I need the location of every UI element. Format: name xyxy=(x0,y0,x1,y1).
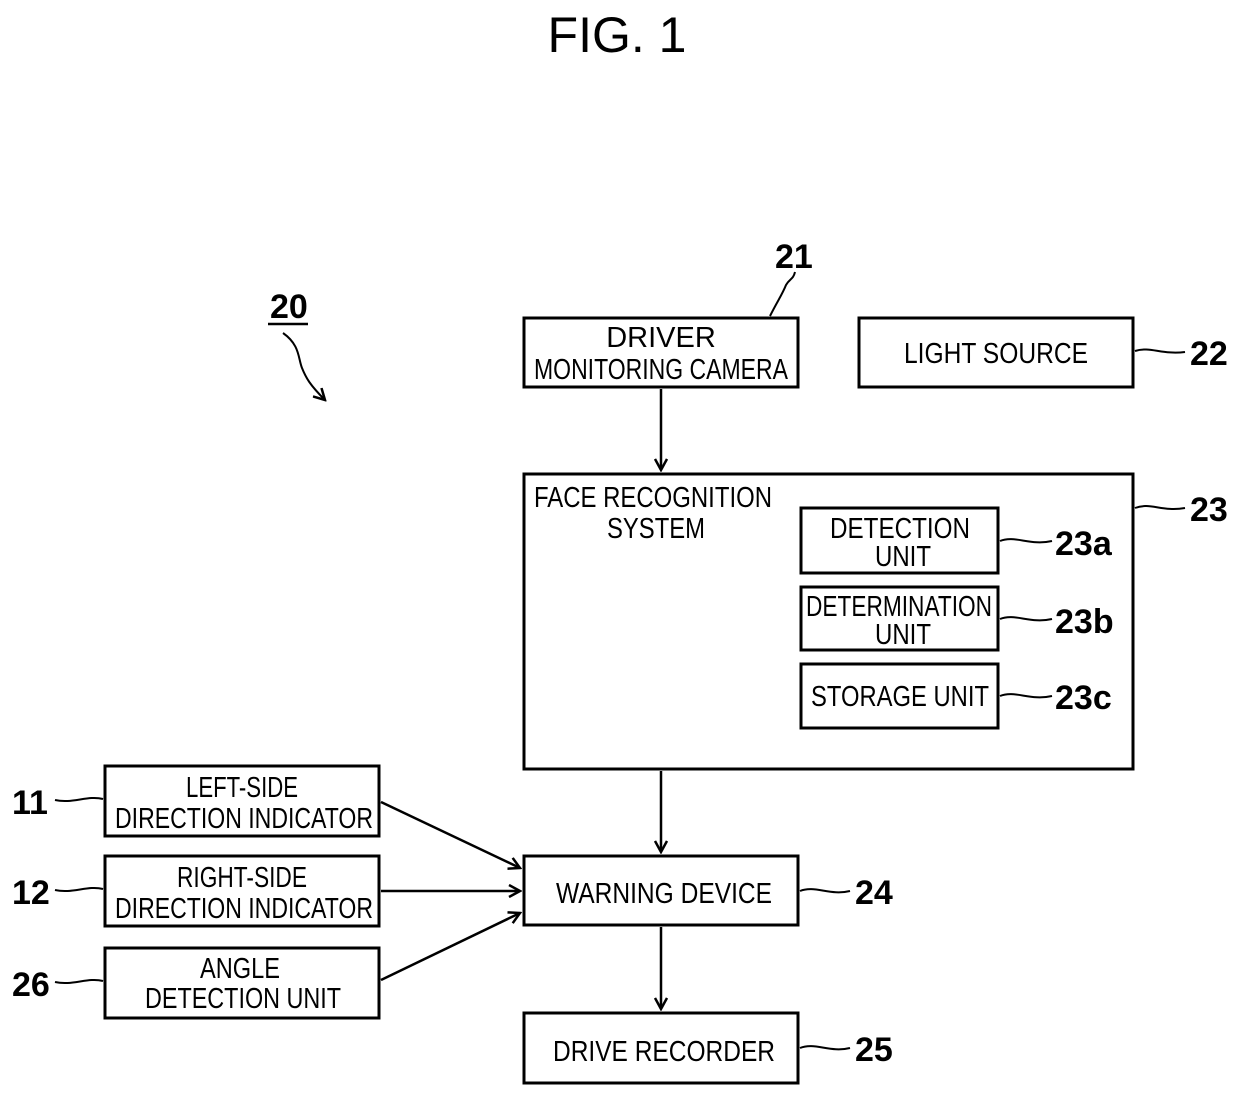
angle-label-line2: DETECTION UNIT xyxy=(145,983,341,1015)
block-diagram: FIG. 1 20 DRIVER MONITORING CAMERA 21 LI… xyxy=(12,7,1228,1085)
driver-monitoring-camera-block: DRIVER MONITORING CAMERA 21 xyxy=(522,238,813,389)
recorder-label: DRIVE RECORDER xyxy=(553,1036,775,1068)
left-ind-ref-label: 11 xyxy=(12,784,48,822)
warning-label: WARNING DEVICE xyxy=(556,878,772,910)
camera-ref-label: 21 xyxy=(775,238,813,276)
warning-ref-label: 24 xyxy=(855,874,893,912)
figure-title: FIG. 1 xyxy=(548,7,687,63)
right-ind-ref-label: 12 xyxy=(12,874,50,912)
recorder-ref-leader xyxy=(799,1045,851,1051)
light-source-label: LIGHT SOURCE xyxy=(904,338,1088,370)
angle-ref-leader xyxy=(54,979,104,984)
camera-label-line2: MONITORING CAMERA xyxy=(534,354,789,386)
camera-ref-leader xyxy=(769,271,796,317)
left-ind-label-line2: DIRECTION INDICATOR xyxy=(115,803,373,835)
arrow-angle-to-warning xyxy=(380,913,520,982)
left-direction-indicator-block: LEFT-SIDE DIRECTION INDICATOR 11 xyxy=(12,764,381,838)
right-ind-ref-leader xyxy=(54,887,104,892)
face-label-line1: FACE RECOGNITION xyxy=(534,482,772,514)
angle-ref-label: 26 xyxy=(12,966,50,1004)
determination-label-line2: UNIT xyxy=(875,619,931,651)
arrow-left-ind-to-warning xyxy=(380,800,520,868)
angle-label-line1: ANGLE xyxy=(200,953,280,985)
right-direction-indicator-block: RIGHT-SIDE DIRECTION INDICATOR 12 xyxy=(12,854,381,928)
left-ind-ref-leader xyxy=(54,797,104,802)
light-ref-leader xyxy=(1134,348,1186,354)
warning-device-block: WARNING DEVICE 24 xyxy=(522,854,893,927)
angle-detection-unit-block: ANGLE DETECTION UNIT 26 xyxy=(12,946,381,1020)
camera-label-line1: DRIVER xyxy=(606,322,716,354)
detection-ref-label: 23a xyxy=(1055,525,1113,563)
left-ind-label-line1: LEFT-SIDE xyxy=(186,772,298,804)
warning-ref-leader xyxy=(799,888,851,894)
storage-label: STORAGE UNIT xyxy=(811,681,989,713)
face-ref-label: 23 xyxy=(1190,491,1228,529)
light-source-block: LIGHT SOURCE 22 xyxy=(857,316,1228,389)
light-ref-label: 22 xyxy=(1190,335,1228,373)
recorder-ref-label: 25 xyxy=(855,1031,893,1069)
storage-ref-label: 23c xyxy=(1055,679,1112,717)
determination-ref-label: 23b xyxy=(1055,603,1114,641)
system-ref-arrow xyxy=(282,332,325,400)
system-ref-label: 20 xyxy=(270,288,308,326)
right-ind-label-line1: RIGHT-SIDE xyxy=(177,862,307,894)
right-ind-label-line2: DIRECTION INDICATOR xyxy=(115,893,373,925)
face-recognition-system-block: FACE RECOGNITION SYSTEM 23 DETECTION UNI… xyxy=(522,472,1228,771)
system-ref-20: 20 xyxy=(268,288,325,400)
face-ref-leader xyxy=(1134,505,1186,510)
detection-label-line2: UNIT xyxy=(875,541,931,573)
drive-recorder-block: DRIVE RECORDER 25 xyxy=(522,1011,893,1085)
face-label-line2: SYSTEM xyxy=(607,513,705,545)
